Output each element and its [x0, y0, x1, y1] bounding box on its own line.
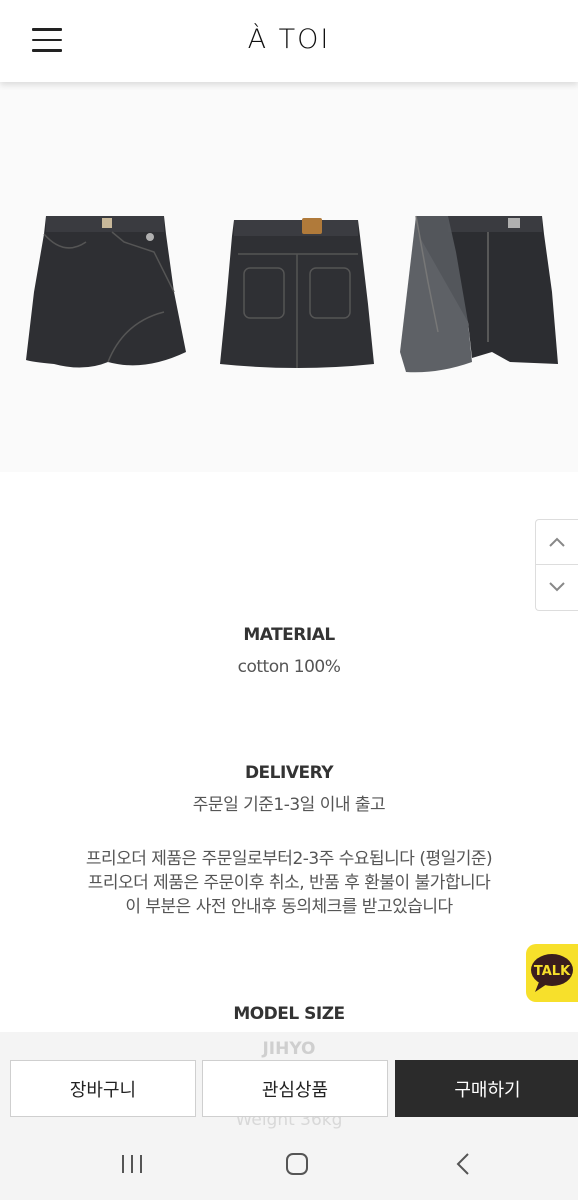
- wishlist-button[interactable]: 관심상품: [202, 1060, 388, 1117]
- material-text: cotton 100%: [237, 657, 341, 677]
- delivery-text: 주문일 기준1-3일 이내 출고: [192, 795, 386, 815]
- kakao-talk-button[interactable]: TALK: [526, 944, 578, 1002]
- chevron-up-icon: [549, 537, 565, 547]
- brand-logo[interactable]: À TOI: [0, 24, 578, 55]
- delivery-title: DELIVERY: [244, 763, 334, 783]
- model-size-section: MODEL SIZE: [0, 1004, 578, 1024]
- product-image-area: [0, 82, 578, 472]
- home-icon[interactable]: [277, 1147, 317, 1181]
- buy-now-button[interactable]: 구매하기: [395, 1060, 578, 1117]
- delivery-note: 이 부분은 사전 안내후 동의체크를 받고있습니다: [125, 897, 453, 917]
- add-to-cart-button[interactable]: 장바구니: [10, 1060, 196, 1117]
- skirt-front-image: [26, 216, 186, 368]
- delivery-note: 프리오더 제품은 주문이후 취소, 반품 후 환불이 불가합니다: [87, 873, 491, 893]
- kakao-talk-icon: TALK: [531, 954, 573, 992]
- back-icon[interactable]: [443, 1147, 483, 1181]
- model-size-title: MODEL SIZE: [233, 1004, 345, 1024]
- delivery-section: DELIVERY 주문일 기준1-3일 이내 출고 프리오더 제품은 주문일로부…: [0, 763, 578, 919]
- scroll-up-button[interactable]: [536, 520, 578, 564]
- scroll-nav: [535, 519, 578, 611]
- chevron-down-icon: [549, 582, 565, 592]
- skirt-open-image: [400, 215, 558, 373]
- kakao-talk-label: TALK: [534, 964, 571, 979]
- recent-apps-icon[interactable]: [112, 1147, 152, 1181]
- scroll-down-button[interactable]: [536, 564, 578, 609]
- material-title: MATERIAL: [243, 625, 335, 645]
- site-header: À TOI: [0, 0, 578, 82]
- material-section: MATERIAL cotton 100%: [0, 625, 578, 679]
- delivery-note: 프리오더 제품은 주문일로부터2-3주 수요됩니다 (평일기준): [85, 849, 493, 869]
- skirt-back-image: [220, 218, 374, 368]
- system-navigation-bar: [0, 1135, 578, 1195]
- model-name: JIHYO: [262, 1039, 316, 1059]
